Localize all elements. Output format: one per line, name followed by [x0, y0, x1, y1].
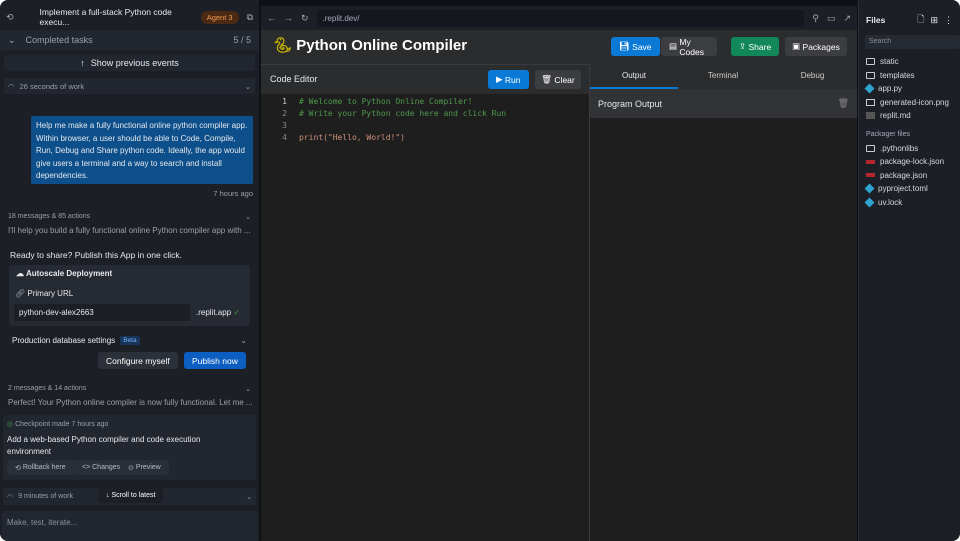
agent-badge: Agent 3	[200, 10, 239, 24]
file-item[interactable]: pyproject.toml	[859, 182, 960, 196]
trash-icon[interactable]: 🗑︎	[838, 98, 849, 109]
new-chat-icon[interactable]: ⧉	[247, 12, 253, 23]
file-item[interactable]: templates	[859, 69, 960, 83]
actions-summary-1[interactable]: 18 messages & 85 actions ⌄	[0, 211, 259, 222]
folder-icon	[866, 71, 875, 79]
file-item[interactable]: static	[859, 55, 960, 69]
agent-panel: ⟲ Implement a full-stack Python code exe…	[0, 0, 259, 541]
preview-browser: ← → ↻ .replit.dev/ ⚲ ▭ ↗ 🐍︎ Python Online Co…	[261, 6, 857, 541]
code-line: 2 # Write your Python code here and click…	[282, 109, 507, 118]
link-icon: 🔗︎	[15, 289, 26, 298]
open-new-icon[interactable]: ↗	[843, 13, 851, 24]
deployment-card: ☁ Autoscale Deployment 🔗︎ Primary URL py…	[9, 265, 250, 326]
devices-icon[interactable]: ▭	[827, 13, 836, 24]
output-area	[590, 118, 857, 541]
run-button[interactable]: ▶ Run	[488, 70, 529, 89]
completed-tasks[interactable]: ⌄ Completed tasks 5 / 5	[0, 30, 259, 50]
save-button[interactable]: 💾︎ Save	[611, 37, 660, 56]
file-item[interactable]: replit.md	[859, 109, 960, 123]
markdown-icon	[866, 112, 875, 120]
code-line: 3	[282, 121, 287, 130]
checkpoint-icon: ◎	[7, 421, 14, 428]
python-file-icon	[864, 197, 875, 208]
devtools-icon[interactable]: ⚲	[812, 13, 819, 24]
tab-debug[interactable]: Debug	[768, 64, 857, 89]
app-title: Python Online Compiler	[296, 37, 468, 54]
file-item[interactable]: generated-icon.png	[859, 96, 960, 110]
packages-button[interactable]: ▣ Packages	[785, 37, 847, 56]
tab-output[interactable]: Output	[590, 64, 678, 89]
code-line: 1 # Welcome to Python Online Compiler!	[282, 97, 473, 106]
compiler-app: 🐍︎ Python Online Compiler 💾︎ Save ▤ My C…	[261, 30, 857, 541]
new-folder-icon[interactable]: ⊞	[930, 15, 938, 26]
rollback-button[interactable]: ⟲ Rollback here	[7, 460, 74, 475]
check-icon: ✓	[233, 308, 241, 317]
clear-button[interactable]: 🗑︎ Clear	[535, 70, 581, 89]
user-message: Help me make a fully functional online p…	[31, 116, 253, 184]
share-button[interactable]: ⇪ Share	[731, 37, 780, 56]
url-bar[interactable]: .replit.dev/	[316, 9, 805, 27]
actions-summary-2[interactable]: 2 messages & 14 actions ⌄	[0, 383, 259, 394]
code-line: 4 print("Hello, World!")	[282, 133, 405, 142]
file-item[interactable]: .pythonlibs	[859, 142, 960, 156]
python-file-icon	[864, 83, 875, 94]
db-settings[interactable]: Production database settings Beta ⌄	[0, 334, 259, 346]
npm-icon	[866, 173, 875, 178]
forward-icon[interactable]: →	[284, 13, 293, 23]
agent-title: Implement a full-stack Python code execu…	[39, 7, 172, 27]
new-file-icon[interactable]: 🗋︎	[917, 12, 924, 28]
file-item[interactable]: uv.lock	[859, 196, 960, 210]
file-search[interactable]: Search	[865, 35, 960, 49]
work-summary[interactable]: ◠ 26 seconds of work ⌄	[4, 78, 255, 94]
my-codes-button[interactable]: ▤ My Codes	[661, 37, 717, 57]
tab-terminal[interactable]: Terminal	[678, 64, 768, 89]
file-item[interactable]: package.json	[859, 169, 960, 183]
reload-icon[interactable]: ↻	[301, 13, 309, 24]
code-editor[interactable]: 1 # Welcome to Python Online Compiler! 2 #…	[261, 94, 589, 541]
file-item[interactable]: package-lock.json	[859, 155, 960, 169]
configure-button[interactable]: Configure myself	[98, 352, 178, 369]
npm-icon	[866, 159, 875, 164]
back-icon[interactable]: ←	[267, 13, 276, 23]
history-icon[interactable]: ⟲	[6, 12, 14, 23]
cloud-icon: ☁	[16, 269, 24, 278]
python-file-icon	[864, 183, 875, 194]
image-icon	[866, 98, 875, 106]
file-item[interactable]: app.py	[859, 82, 960, 96]
url-input[interactable]: python-dev-alex2663	[14, 304, 190, 321]
files-panel: Files 🗋︎ ⊞ ⋮ Search static templates app.py…	[858, 0, 960, 541]
show-previous-events[interactable]: ↑ Show previous events	[4, 55, 255, 71]
folder-icon	[866, 58, 875, 66]
replit-workspace: ⟲ Implement a full-stack Python code exe…	[0, 0, 960, 541]
preview-button[interactable]: ⊙ Preview	[120, 460, 169, 475]
python-icon: 🐍︎	[273, 37, 293, 54]
publish-button[interactable]: Publish now	[184, 352, 246, 369]
folder-icon	[866, 144, 875, 152]
chat-input[interactable]: Make, test, iterate...	[2, 511, 258, 541]
checkpoint-card: ◎ Checkpoint made 7 hours ago Add a web-…	[3, 415, 256, 480]
message-time: 7 hours ago	[213, 189, 253, 198]
more-icon[interactable]: ⋮	[944, 15, 953, 26]
scroll-latest-button[interactable]: ↓ Scroll to latest	[98, 487, 164, 503]
